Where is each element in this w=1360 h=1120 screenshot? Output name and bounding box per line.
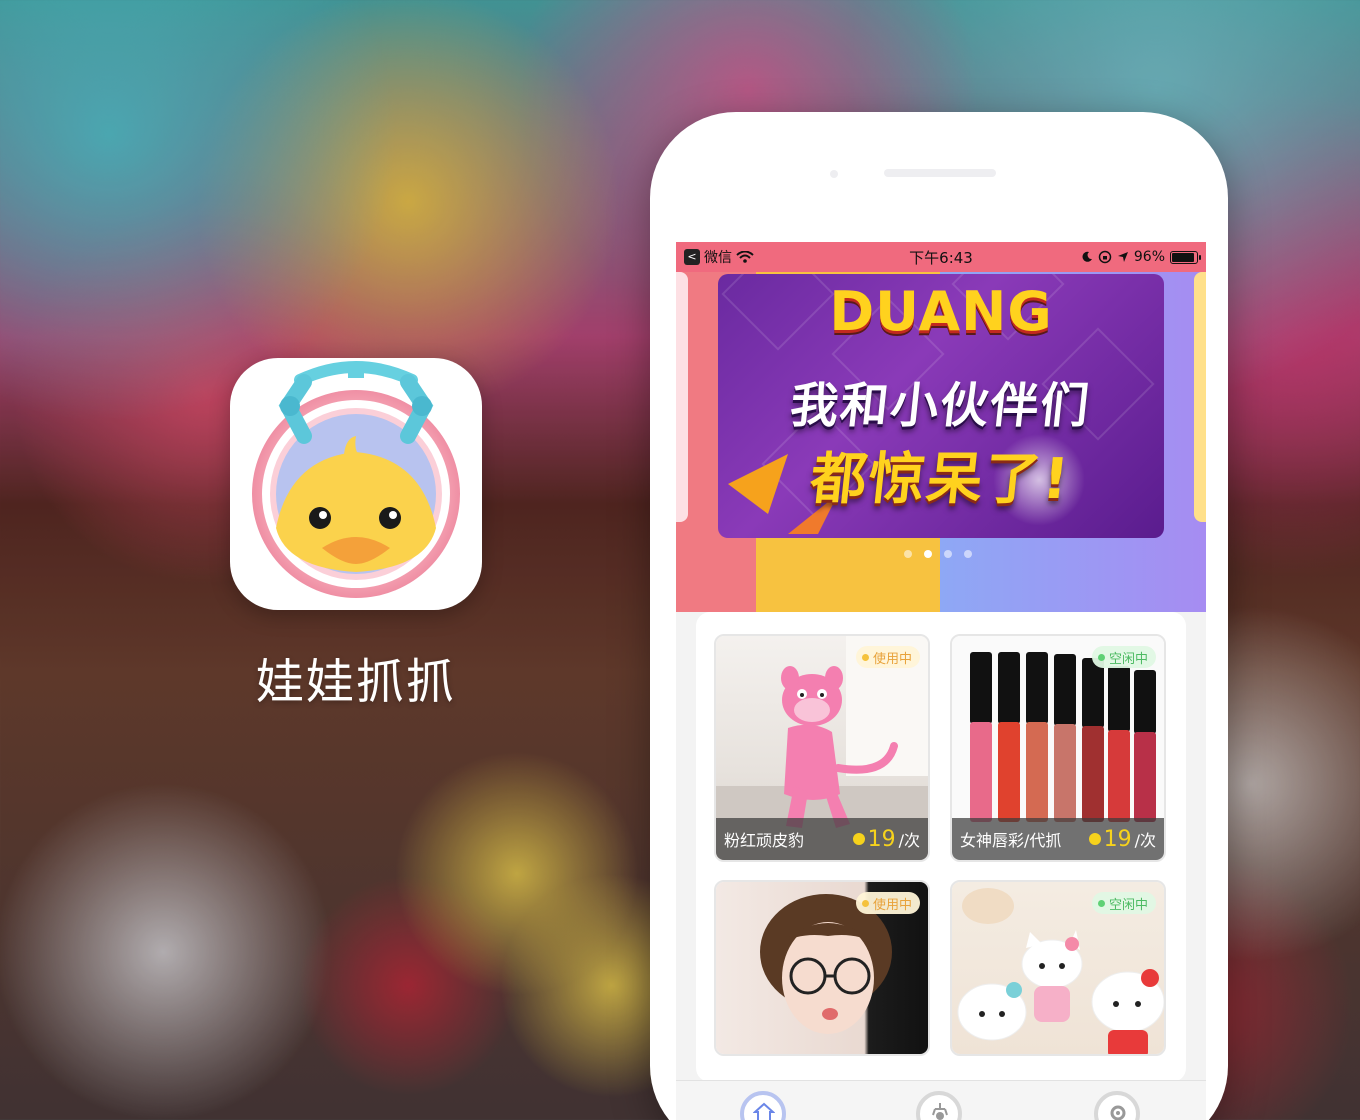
- product-price: 19/次: [852, 827, 920, 852]
- product-name: 粉红顽皮豹: [724, 831, 805, 850]
- status-badge: 空闲中: [1091, 646, 1156, 668]
- banner-slide[interactable]: DUANG 我和小伙伴们 都惊呆了!: [718, 274, 1164, 538]
- tab-claw-machine[interactable]: [916, 1091, 962, 1120]
- claw-machine-icon: [932, 1103, 948, 1120]
- app-name: 娃娃抓抓: [255, 654, 456, 710]
- carousel-dots: [904, 550, 972, 558]
- carousel-dot[interactable]: [904, 550, 912, 558]
- product-name: 女神唇彩/代抓: [960, 831, 1062, 850]
- home-icon: [753, 1102, 775, 1120]
- location-icon: [1117, 252, 1128, 262]
- status-badge: 使用中: [855, 646, 920, 668]
- product-card[interactable]: 使用中 粉红顽皮豹 19/次: [714, 634, 930, 862]
- phone-camera: [830, 170, 838, 178]
- settings-gear-icon: [1110, 1105, 1126, 1120]
- product-card[interactable]: 空闲中 女神唇彩/代抓 19/次: [950, 634, 1166, 862]
- phone-screen: < 微信 下午6:43 96% DUANG 我和小伙伴们 都惊呆了! 使用中 粉…: [676, 242, 1206, 1120]
- app-icon: [230, 358, 482, 610]
- carousel-dot[interactable]: [964, 550, 972, 558]
- banner-line2: 都惊呆了!: [807, 447, 1074, 512]
- status-badge: 空闲中: [1091, 892, 1156, 914]
- product-grid: 使用中 粉红顽皮豹 19/次 空闲中 女神唇彩/代抓 19 /次 使用中 空闲中: [696, 612, 1186, 1082]
- product-card[interactable]: 空闲中: [950, 880, 1166, 1056]
- battery-percent: 96%: [1133, 249, 1165, 265]
- coin-icon: [1088, 833, 1101, 845]
- bottom-tab-bar: [676, 1080, 1206, 1120]
- battery-icon: [1170, 250, 1201, 264]
- banner-carousel[interactable]: DUANG 我和小伙伴们 都惊呆了!: [676, 272, 1206, 612]
- carousel-dot[interactable]: [944, 550, 952, 558]
- back-to-app-button[interactable]: <: [684, 249, 700, 265]
- tab-settings[interactable]: [1094, 1091, 1140, 1120]
- carousel-dot-active[interactable]: [924, 550, 932, 558]
- banner-line1: 我和小伙伴们: [787, 378, 1094, 434]
- status-bar: < 微信 下午6:43 96%: [676, 242, 1206, 272]
- moon-icon: [1082, 251, 1092, 262]
- banner-headline: DUANG: [829, 280, 1053, 343]
- product-price: 19/次: [1088, 827, 1156, 852]
- carrier-label: 微信: [704, 250, 732, 266]
- product-info-bar: 粉红顽皮豹 19/次: [716, 818, 928, 860]
- rotation-lock-icon: [1098, 250, 1112, 264]
- phone-speaker: [884, 169, 996, 177]
- product-card[interactable]: 使用中: [714, 880, 930, 1056]
- duck-claw-app-icon: [252, 361, 460, 598]
- wifi-icon: [736, 251, 754, 263]
- tab-home[interactable]: [740, 1091, 786, 1120]
- product-info-bar: 女神唇彩/代抓 19/次: [952, 818, 1164, 860]
- status-badge: 使用中: [855, 892, 920, 914]
- coin-icon: [852, 833, 865, 845]
